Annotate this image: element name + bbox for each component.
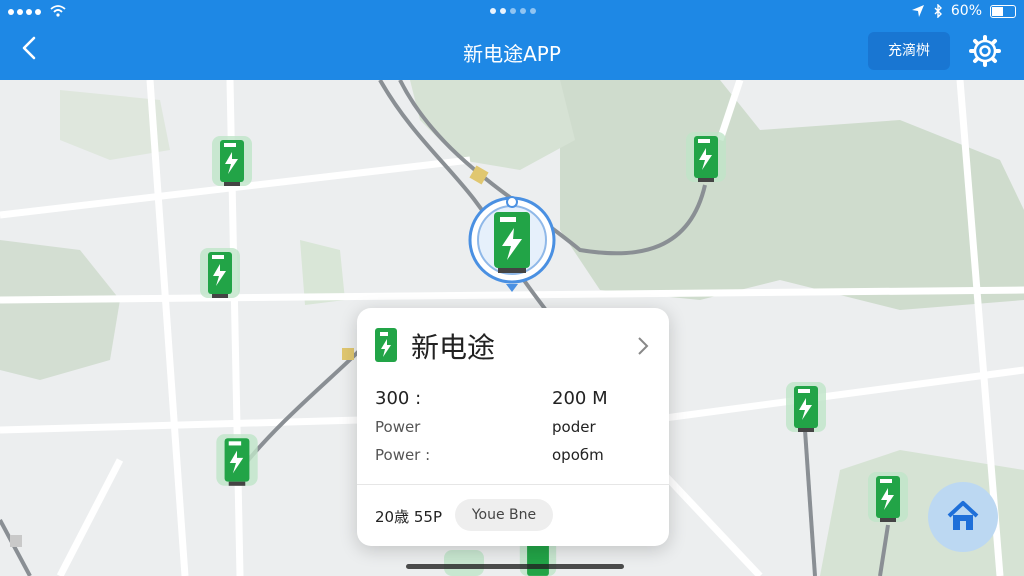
wifi-icon [50, 5, 66, 17]
charging-station-pin[interactable] [866, 470, 910, 528]
status-bar: 60% [0, 0, 1024, 24]
charging-station-pin[interactable] [210, 134, 254, 192]
card-divider [357, 484, 669, 485]
location-arrow-icon [911, 5, 924, 17]
stat-right-label-1: poder [552, 418, 596, 436]
home-indicator [406, 564, 624, 569]
station-info-card[interactable]: 新电途 300 : Power Power : 200 M poder opoб… [357, 308, 669, 546]
settings-gear-icon[interactable] [968, 34, 1002, 68]
chevron-right-icon[interactable] [635, 334, 651, 358]
status-right: 60% [911, 3, 1016, 19]
charging-station-pin[interactable] [214, 432, 260, 492]
stat-left-label-1: Power [375, 418, 421, 436]
battery-icon [990, 4, 1016, 18]
card-footer-text: 20歳 55P [375, 508, 442, 526]
app-header: 60% 新电途APP 充滴桝 [0, 0, 1024, 80]
status-left [8, 3, 66, 19]
stat-left-value: 300 : [375, 388, 422, 409]
card-pill-button[interactable]: Youe Bne [455, 499, 553, 531]
stat-left-label-2: Power : [375, 446, 431, 464]
charging-station-pin[interactable] [198, 246, 242, 304]
signal-icon [8, 3, 44, 19]
charging-station-pin[interactable] [442, 548, 486, 576]
battery-percent: 60% [950, 3, 982, 19]
header-action-button[interactable]: 充滴桝 [868, 32, 950, 70]
station-name: 新电途 [411, 331, 496, 364]
charging-station-icon [375, 328, 397, 362]
bluetooth-icon [934, 4, 942, 18]
charging-station-pin[interactable] [684, 130, 728, 188]
charging-station-pin[interactable] [784, 380, 828, 438]
stat-right-label-2: opoбm [552, 446, 604, 464]
stat-right-value: 200 M [552, 388, 608, 409]
selected-charging-station-pin[interactable] [466, 192, 558, 296]
home-icon [947, 501, 979, 530]
home-button[interactable] [928, 482, 998, 552]
page-dots [490, 8, 536, 14]
